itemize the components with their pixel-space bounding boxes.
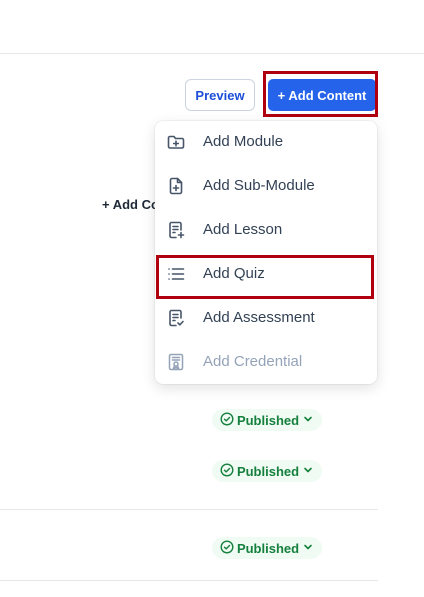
status-label: Published: [236, 463, 300, 479]
chevron-down-icon: [302, 464, 314, 479]
status-badge[interactable]: Published: [212, 537, 322, 559]
top-bar: [0, 0, 424, 54]
check-circle-icon: [220, 462, 234, 480]
add-content-link-background[interactable]: + Add Co: [102, 197, 159, 212]
check-circle-icon: [220, 539, 234, 557]
check-circle-icon: [220, 411, 234, 429]
row-divider: [0, 580, 378, 581]
preview-button[interactable]: Preview: [185, 79, 255, 111]
file-plus-icon: [166, 176, 186, 196]
menu-item-label: Add Sub-Module: [203, 177, 315, 194]
menu-item-label: Add Credential: [203, 353, 303, 370]
highlight-add-content: [263, 71, 378, 117]
menu-item-label: Add Assessment: [203, 309, 315, 326]
status-label: Published: [236, 540, 300, 556]
document-check-icon: [166, 308, 186, 328]
menu-item-add-sub-module[interactable]: Add Sub-Module: [155, 166, 377, 206]
menu-item-label: Add Lesson: [203, 221, 283, 238]
status-badge[interactable]: Published: [212, 460, 322, 482]
status-badge[interactable]: Published: [212, 409, 322, 431]
menu-item-label: Add Module: [203, 133, 284, 150]
highlight-add-quiz: [156, 255, 374, 299]
menu-item-add-assessment[interactable]: Add Assessment: [155, 298, 377, 338]
document-plus-icon: [166, 220, 186, 240]
status-label: Published: [236, 412, 300, 428]
chevron-down-icon: [302, 541, 314, 556]
menu-item-add-module[interactable]: Add Module: [155, 122, 377, 162]
chevron-down-icon: [302, 413, 314, 428]
menu-item-add-lesson[interactable]: Add Lesson: [155, 210, 377, 250]
menu-item-add-credential: Add Credential: [155, 342, 377, 382]
certificate-icon: [166, 352, 186, 372]
add-content-dropdown-menu: Add Module Add Sub-Module Add Lesson Add…: [155, 121, 377, 384]
folder-plus-icon: [166, 132, 186, 152]
row-divider: [0, 509, 378, 510]
